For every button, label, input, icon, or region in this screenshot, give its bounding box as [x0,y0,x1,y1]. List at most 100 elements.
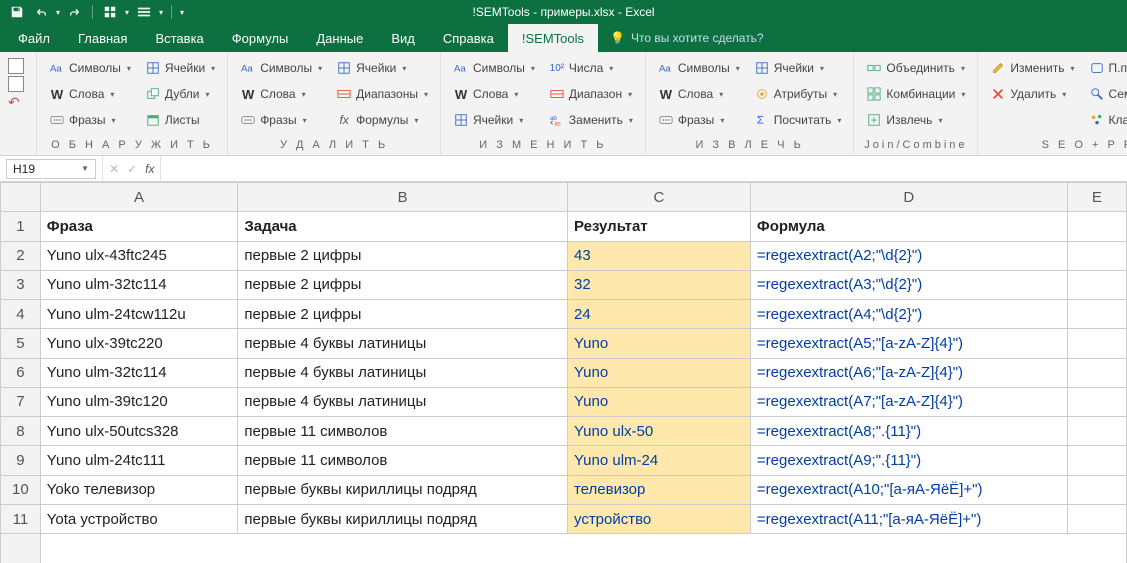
chevron-down-icon[interactable]: ▾ [961,90,965,99]
cell[interactable]: Задача [238,212,568,241]
chevron-down-icon[interactable]: ▾ [424,90,428,99]
ribbon-button[interactable]: WСлова▾ [45,82,135,106]
cell[interactable]: Yuno ulx-50utcs328 [40,417,238,446]
chevron-down-icon[interactable]: ▾ [206,90,210,99]
cell[interactable] [1067,241,1126,270]
col-header[interactable]: C [567,183,750,212]
ribbon-button[interactable]: Объединить▾ [862,56,969,80]
select-all-corner[interactable] [1,183,41,212]
chevron-down-icon[interactable]: ▾ [820,64,824,73]
ribbon-button[interactable]: WСлова▾ [449,82,539,106]
cell[interactable]: 43 [567,241,750,270]
cell[interactable] [1067,358,1126,387]
cell[interactable]: Yuno ulm-39tc120 [40,387,238,416]
ribbon-button[interactable]: Диапазон▾ [545,82,637,106]
chevron-down-icon[interactable]: ▾ [938,116,942,125]
chevron-down-icon[interactable]: ▾ [833,90,837,99]
tell-me-search[interactable]: 💡Что вы хотите сделать? [598,24,764,52]
cell[interactable]: =regexextract(A3;"\d{2}") [750,270,1067,299]
redo-icon[interactable] [66,3,84,21]
row-header[interactable]: 5 [1,329,41,358]
chevron-down-icon[interactable]: ▾ [519,116,523,125]
tab-вид[interactable]: Вид [377,24,429,52]
cell[interactable] [1067,446,1126,475]
chevron-down-icon[interactable]: ▾ [629,116,633,125]
cell[interactable]: Yuno ulm-24tcw112u [40,300,238,329]
chevron-down-icon[interactable]: ▾ [1062,90,1066,99]
qat-btn-2[interactable] [135,3,153,21]
cell[interactable]: =regexextract(A6;"[a-zA-Z]{4}") [750,358,1067,387]
chevron-down-icon[interactable]: ▾ [110,90,114,99]
ribbon-button[interactable]: AaСимволы▾ [45,56,135,80]
chevron-down-icon[interactable]: ▾ [719,90,723,99]
chevron-down-icon[interactable]: ▾ [961,64,965,73]
ribbon-button[interactable]: Ячейки▾ [332,56,432,80]
ribbon-button[interactable]: AaСимволы▾ [236,56,326,80]
cell[interactable]: Фраза [40,212,238,241]
cell[interactable]: Yuno ulx-39tc220 [40,329,238,358]
cells-grid[interactable]: ABCDE1ФразаЗадачаРезультатФормула2Yuno u… [0,182,1127,563]
chevron-down-icon[interactable]: ▾ [211,64,215,73]
cell[interactable]: =regexextract(A2;"\d{2}") [750,241,1067,270]
tab-формулы[interactable]: Формулы [218,24,303,52]
cell[interactable]: первые 2 цифры [238,300,568,329]
cell[interactable]: =regexextract(A11;"[а-яА-ЯёЁ]+") [750,504,1067,533]
chevron-down-icon[interactable]: ▾ [127,64,131,73]
chevron-down-icon[interactable]: ▾ [609,64,613,73]
cell[interactable]: =regexextract(A9;".{11}") [750,446,1067,475]
cell[interactable]: =regexextract(A4;"\d{2}") [750,300,1067,329]
cell[interactable]: Формула [750,212,1067,241]
undo-icon[interactable] [32,3,50,21]
tab-справка[interactable]: Справка [429,24,508,52]
undo-icon[interactable]: ↶ [8,94,24,111]
chevron-down-icon[interactable]: ▾ [402,64,406,73]
chevron-down-icon[interactable]: ▾ [111,116,115,125]
cell[interactable]: Результат [567,212,750,241]
cell[interactable]: Yoko телевизор [40,475,238,504]
cell[interactable]: первые буквы кириллицы подряд [238,504,568,533]
cell[interactable] [1067,417,1126,446]
cell[interactable] [1067,387,1126,416]
chevron-down-icon[interactable]: ▾ [302,90,306,99]
row-header[interactable]: 9 [1,446,41,475]
col-header[interactable]: D [750,183,1067,212]
cell[interactable]: первые 11 символов [238,417,568,446]
save-icon[interactable] [8,3,26,21]
cell[interactable] [1067,300,1126,329]
ribbon-button[interactable]: ΣПосчитать▾ [750,108,846,132]
row-header[interactable] [1,534,41,563]
cell[interactable]: первые 4 буквы латиницы [238,358,568,387]
cell[interactable]: первые буквы кириллицы подряд [238,475,568,504]
ribbon-button[interactable]: Фразы▾ [45,108,135,132]
ribbon-button[interactable]: Ячейки▾ [449,108,539,132]
cell[interactable] [1067,504,1126,533]
row-header[interactable]: 6 [1,358,41,387]
ribbon-button[interactable]: Изменить▾ [986,56,1078,80]
chevron-down-icon[interactable]: ▾ [531,64,535,73]
chevron-down-icon[interactable]: ▾ [837,116,841,125]
accept-icon[interactable]: ✓ [127,162,137,176]
chevron-down-icon[interactable]: ▾ [628,90,632,99]
cell[interactable]: =regexextract(A10;"[а-яА-ЯёЁ]+") [750,475,1067,504]
ribbon-button[interactable]: Удалить▾ [986,82,1078,106]
cell[interactable]: Yuno ulm-24tc111 [40,446,238,475]
row-header[interactable]: 10 [1,475,41,504]
ribbon-button[interactable]: Листы [141,108,219,132]
row-header[interactable]: 1 [1,212,41,241]
cell[interactable]: первые 2 цифры [238,241,568,270]
chevron-down-icon[interactable]: ▾ [1071,64,1075,73]
chevron-down-icon[interactable]: ▾ [414,116,418,125]
cell[interactable]: первые 11 символов [238,446,568,475]
cell[interactable]: Yuno [567,329,750,358]
ribbon-button[interactable]: Ячейки▾ [141,56,219,80]
cell[interactable]: Yuno [567,387,750,416]
cell[interactable]: =regexextract(A7;"[a-zA-Z]{4}") [750,387,1067,416]
row-header[interactable]: 11 [1,504,41,533]
ribbon-button[interactable]: Кластеризация [1085,108,1127,132]
row-header[interactable]: 8 [1,417,41,446]
ribbon-button[interactable]: Фразы▾ [236,108,326,132]
ribbon-button[interactable]: Комбинации▾ [862,82,969,106]
cell[interactable]: первые 4 буквы латиницы [238,329,568,358]
row-header[interactable]: 4 [1,300,41,329]
ribbon-button[interactable]: Атрибуты▾ [750,82,846,106]
